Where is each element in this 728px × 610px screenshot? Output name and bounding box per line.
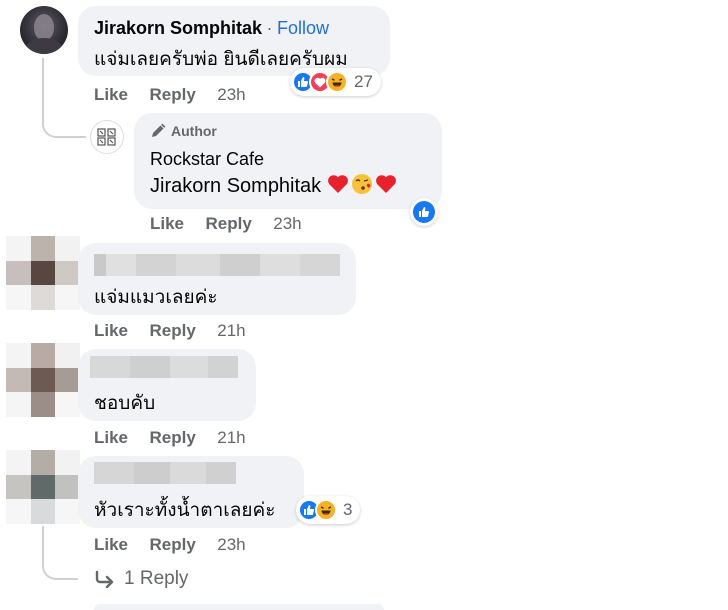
reaction-count: 27 (354, 72, 373, 91)
comment-text: ชอบคับ (94, 393, 156, 414)
comment-actions: Like Reply 21h (94, 428, 246, 448)
reply-button[interactable]: Reply (205, 214, 251, 233)
like-button[interactable]: Like (94, 321, 128, 340)
comment-header: Jirakorn Somphitak · Follow (94, 18, 329, 39)
reaction-summary[interactable]: 3 (296, 496, 361, 524)
comment-author-name[interactable]: Jirakorn Somphitak (94, 18, 262, 38)
comment-text: แจ่มแมวเลยค่ะ (94, 287, 218, 308)
view-replies-link[interactable]: 1 Reply (94, 568, 188, 590)
view-replies-label[interactable]: 1 Reply (124, 568, 188, 590)
commenter-name-blurred[interactable] (94, 254, 340, 276)
comment-author-name[interactable]: Rockstar Cafe (150, 149, 264, 170)
reply-button[interactable]: Reply (149, 321, 195, 340)
like-button[interactable]: Like (150, 214, 184, 233)
like-button[interactable]: Like (94, 85, 128, 104)
reply-button[interactable]: Reply (149, 428, 195, 447)
commenter-avatar-blurred[interactable] (6, 450, 80, 524)
commenter-avatar-blurred[interactable] (6, 343, 80, 417)
like-reaction-icon (413, 201, 435, 223)
heart-emoji-icon (375, 174, 397, 199)
thread-connector (42, 58, 86, 138)
reaction-summary[interactable] (410, 198, 438, 226)
like-button[interactable]: Like (94, 535, 128, 554)
page-logo-icon (97, 128, 116, 146)
haha-reaction-icon (315, 499, 337, 521)
page-avatar[interactable] (90, 120, 124, 154)
author-badge-label: Author (171, 123, 217, 139)
comment-text: Jirakorn Somphitak (150, 173, 397, 200)
mention-link[interactable]: Jirakorn Somphitak (150, 175, 321, 198)
kissing-face-emoji-icon (351, 173, 373, 200)
reaction-count: 3 (343, 500, 353, 519)
commenter-name-blurred[interactable] (90, 356, 238, 378)
heart-emoji-icon (327, 174, 349, 199)
follow-button[interactable]: Follow (277, 18, 329, 38)
comment-actions: Like Reply 23h (94, 535, 246, 555)
commenter-avatar-blurred[interactable] (6, 236, 80, 310)
haha-reaction-icon (326, 71, 348, 93)
comment-text: หัวเราะทั้งน้ำตาเลยค่ะ (94, 500, 276, 521)
like-button[interactable]: Like (94, 428, 128, 447)
comment-actions: Like Reply 21h (94, 321, 246, 341)
reply-button[interactable]: Reply (149, 85, 195, 104)
reply-button[interactable]: Reply (149, 535, 195, 554)
next-comment-bubble-edge (94, 604, 384, 610)
comment-timestamp[interactable]: 21h (217, 321, 245, 340)
pencil-icon (152, 123, 166, 137)
comment-actions: Like Reply 23h (94, 85, 246, 105)
comment-timestamp[interactable]: 23h (217, 85, 245, 104)
commenter-name-blurred[interactable] (94, 462, 236, 484)
separator-dot: · (266, 18, 273, 38)
comment-timestamp[interactable]: 21h (217, 428, 245, 447)
comment-actions: Like Reply 23h (150, 214, 302, 234)
thread-connector (42, 526, 78, 580)
comment-timestamp[interactable]: 23h (273, 214, 301, 233)
commenter-avatar[interactable] (20, 6, 68, 54)
author-badge: Author (150, 123, 217, 139)
reply-arrow-icon (95, 570, 114, 588)
reaction-summary[interactable]: 27 (290, 68, 381, 96)
comment-timestamp[interactable]: 23h (217, 535, 245, 554)
